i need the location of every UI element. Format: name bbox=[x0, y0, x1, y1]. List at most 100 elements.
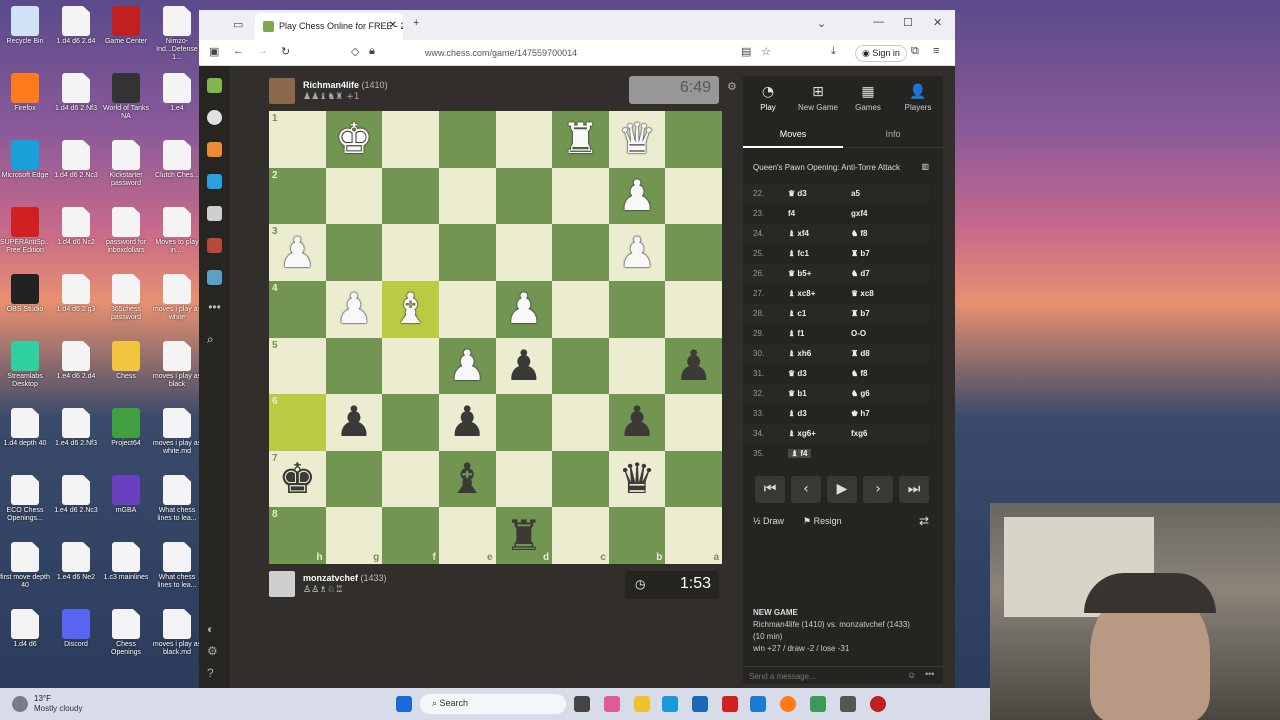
desktop-icon[interactable]: ECO Chess Openings... bbox=[0, 473, 50, 539]
move-row[interactable]: 27. ♝ xc8+ ♛ xc8 bbox=[743, 284, 929, 304]
emoji-icon[interactable]: ☺ bbox=[907, 670, 916, 680]
board-square[interactable] bbox=[495, 394, 553, 451]
board-square[interactable]: ♜ d bbox=[495, 507, 553, 564]
desktop-icon[interactable]: moves i play as black.md bbox=[152, 607, 202, 673]
news-icon[interactable] bbox=[207, 238, 222, 253]
white-move[interactable]: ♝ f4 bbox=[788, 449, 811, 458]
board-square[interactable]: 8h bbox=[269, 507, 326, 564]
board-square[interactable]: ♟ bbox=[608, 394, 666, 451]
move-row[interactable]: 33. ♝ d3 ♚ h7 bbox=[743, 404, 929, 424]
board-square[interactable]: a bbox=[665, 507, 722, 564]
desktop-icon[interactable]: 1.d4 d6 bbox=[0, 607, 50, 673]
desktop-icon[interactable]: What chess lines to lea... bbox=[152, 540, 202, 606]
desktop-icon[interactable]: Game Center bbox=[101, 4, 151, 70]
desktop-icon[interactable]: password for inboxdollars bbox=[101, 205, 151, 271]
board-square[interactable]: ♟ bbox=[495, 337, 553, 395]
tab-players[interactable]: 👤 Players bbox=[893, 84, 943, 112]
board-square[interactable] bbox=[438, 111, 496, 168]
board-square[interactable]: 4 bbox=[269, 280, 326, 338]
desktop-icon[interactable]: World of Tanks NA bbox=[101, 71, 151, 137]
board-square[interactable]: e bbox=[438, 507, 496, 564]
desktop-icon[interactable]: Chess Openings bbox=[101, 607, 151, 673]
board-square[interactable]: 1 bbox=[269, 111, 326, 168]
top-player-avatar[interactable] bbox=[269, 78, 295, 104]
desktop-icon[interactable]: 365chess password bbox=[101, 272, 151, 338]
move-row[interactable]: 25. ♝ fc1 ♜ b7 bbox=[743, 244, 929, 264]
desktop-icon[interactable]: 1.d4 d6 Nc2 bbox=[51, 205, 101, 271]
notepad-icon[interactable] bbox=[810, 696, 826, 712]
board-square[interactable] bbox=[382, 111, 439, 168]
board-square[interactable] bbox=[382, 224, 439, 281]
tab-info[interactable]: Info bbox=[843, 122, 943, 148]
tab-moves[interactable]: Moves bbox=[743, 122, 843, 148]
white-move[interactable]: ♝ c1 bbox=[788, 309, 806, 318]
tab-play[interactable]: ◔ Play bbox=[743, 84, 793, 112]
board-settings-icon[interactable]: ⚙ bbox=[727, 80, 737, 93]
store-icon[interactable] bbox=[692, 696, 708, 712]
board-square[interactable] bbox=[552, 280, 609, 338]
desktop-icon[interactable]: moves i play as white bbox=[152, 272, 202, 338]
theme-icon[interactable]: ◐ bbox=[207, 622, 222, 637]
reload-icon[interactable]: ↻ bbox=[281, 45, 290, 58]
board-square[interactable]: 6 bbox=[269, 394, 326, 451]
desktop-icon[interactable]: What chess lines to lea... bbox=[152, 473, 202, 539]
board-square[interactable]: ♛ bbox=[608, 450, 666, 508]
move-row[interactable]: 30. ♝ xh6 ♜ d8 bbox=[743, 344, 929, 364]
close-tab-icon[interactable]: ✕ bbox=[389, 20, 397, 31]
white-move[interactable]: f4 bbox=[788, 209, 795, 218]
desktop-icon[interactable]: 1.d4 d6 2.g3 bbox=[51, 272, 101, 338]
desktop-icon[interactable]: 1.d4 depth 40 bbox=[0, 406, 50, 472]
white-move[interactable]: ♝ f1 bbox=[788, 329, 805, 338]
black-move[interactable]: fxg6 bbox=[851, 429, 867, 438]
social-icon[interactable] bbox=[207, 270, 222, 285]
desktop-icon[interactable]: Nimzo-Ind...Defense 1... bbox=[152, 4, 202, 70]
desktop-icon[interactable]: 1.c3 mainlines bbox=[101, 540, 151, 606]
board-square[interactable] bbox=[438, 224, 496, 281]
board-square[interactable]: ♚ bbox=[325, 111, 383, 168]
extensions-icon[interactable]: ⧉ bbox=[911, 45, 919, 58]
white-move[interactable]: ♝ xh6 bbox=[788, 349, 811, 358]
board-square[interactable] bbox=[438, 167, 496, 225]
obs-taskbar-icon[interactable] bbox=[870, 696, 886, 712]
white-move[interactable]: ♝ fc1 bbox=[788, 249, 809, 258]
desktop-icon[interactable]: Streamlabs Desktop bbox=[0, 339, 50, 405]
board-square[interactable] bbox=[382, 450, 439, 508]
desktop-icon[interactable]: 1.e4 d6 2.Nf3 bbox=[51, 406, 101, 472]
chess-board[interactable]: 1 ♚ ♜ ♛ 2 ♟ ♟ 3 ♟ 4 ♟ ♝ ♟ 5 ♟ ♟ ♟ 6 ♟ ♟ ♟ ♚ 7 ♝ ♛ 8 h g f e ♜ d c b a bbox=[269, 111, 722, 564]
board-square[interactable] bbox=[665, 224, 722, 281]
search-icon[interactable]: ⌕ bbox=[207, 332, 222, 347]
white-pawn-icon[interactable]: ♟ bbox=[609, 224, 666, 281]
black-move[interactable]: ♞ f8 bbox=[851, 229, 868, 238]
url-field[interactable]: www.chess.com/game/147559700014 bbox=[369, 45, 749, 62]
board-square[interactable]: c bbox=[552, 507, 609, 564]
next-move-button[interactable]: › bbox=[863, 476, 893, 503]
bookmark-star-icon[interactable]: ☆ bbox=[761, 45, 771, 58]
board-square[interactable] bbox=[382, 167, 439, 225]
board-square[interactable]: ♟ bbox=[608, 167, 666, 225]
weather-icon[interactable] bbox=[12, 696, 28, 712]
watch-icon[interactable] bbox=[207, 206, 222, 221]
last-move-button[interactable]: ⏭ bbox=[899, 476, 929, 503]
black-pawn-icon[interactable]: ♟ bbox=[439, 394, 496, 451]
desktop-icon[interactable]: Moves to play in ... bbox=[152, 205, 202, 271]
draw-button[interactable]: ½ Draw bbox=[753, 516, 784, 526]
board-square[interactable]: f bbox=[382, 507, 439, 564]
desktop-icon[interactable]: 1.d4 d6 2.d4 bbox=[51, 4, 101, 70]
desktop-icon[interactable]: moves i play as white.md bbox=[152, 406, 202, 472]
black-move[interactable]: ♚ h7 bbox=[851, 409, 870, 418]
black-move[interactable]: ♛ xc8 bbox=[851, 289, 874, 298]
board-square[interactable] bbox=[552, 224, 609, 281]
task-view-icon[interactable] bbox=[574, 696, 590, 712]
first-move-button[interactable]: ⏮ bbox=[755, 476, 785, 503]
board-square[interactable]: ♝ bbox=[382, 280, 439, 338]
tab-new-game[interactable]: ⊞ New Game bbox=[793, 84, 843, 112]
book-icon[interactable]: ▥ bbox=[921, 162, 929, 171]
copilot-icon[interactable] bbox=[604, 696, 620, 712]
board-square[interactable]: ♟ bbox=[495, 280, 553, 338]
desktop-icon[interactable]: Project64 bbox=[101, 406, 151, 472]
move-row[interactable]: 22. ♛ d3 a5 bbox=[743, 184, 929, 204]
board-square[interactable]: ♟ 3 bbox=[269, 224, 326, 281]
board-square[interactable] bbox=[552, 450, 609, 508]
board-square[interactable]: ♜ bbox=[552, 111, 609, 168]
board-square[interactable]: g bbox=[325, 507, 383, 564]
